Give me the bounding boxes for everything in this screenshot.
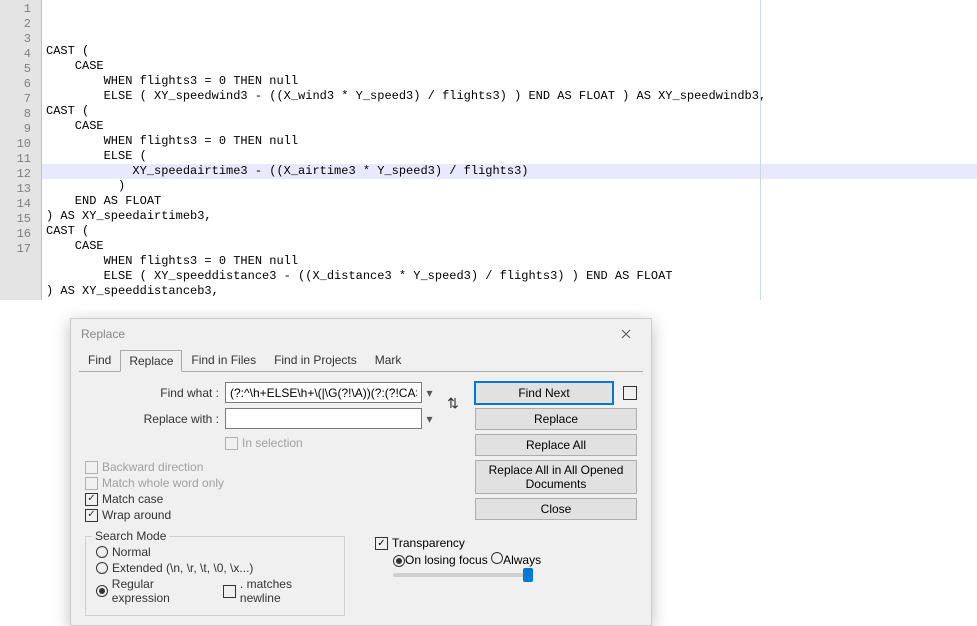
transparency-check[interactable]: ✓ Transparency — [375, 536, 637, 550]
code-line[interactable]: WHEN flights3 = 0 THEN null — [42, 254, 977, 269]
line-number: 10 — [0, 137, 41, 152]
dialog-titlebar[interactable]: Replace — [71, 319, 651, 349]
mode-normal-radio[interactable]: Normal — [96, 545, 334, 559]
close-button[interactable]: Close — [475, 498, 637, 520]
line-number: 16 — [0, 227, 41, 242]
replace-with-label: Replace with : — [85, 412, 225, 426]
dialog-tabs: FindReplaceFind in FilesFind in Projects… — [71, 349, 651, 371]
dropdown-icon[interactable]: ▾ — [422, 412, 437, 426]
transparency-always-radio[interactable]: Always — [491, 553, 541, 567]
code-line[interactable]: ) AS XY_speedairtimeb3, — [42, 209, 977, 224]
line-number: 11 — [0, 152, 41, 167]
mode-regex-radio[interactable]: Regular expression . matches newline — [96, 577, 334, 605]
code-line[interactable]: ELSE ( XY_speeddistance3 - ((X_distance3… — [42, 269, 977, 284]
line-number: 2 — [0, 17, 41, 32]
code-line[interactable]: CASE — [42, 239, 977, 254]
transparency-losing-radio[interactable]: On losing focus — [393, 553, 488, 567]
replace-all-button[interactable]: Replace All — [475, 434, 637, 456]
editor-area: 1234567891011121314151617 CAST ( CASE WH… — [0, 0, 977, 300]
line-number: 12 — [0, 167, 41, 182]
tab-find-in-projects[interactable]: Find in Projects — [265, 349, 366, 371]
replace-with-input[interactable] — [225, 408, 422, 429]
line-number: 6 — [0, 77, 41, 92]
match-case-check[interactable]: ✓Match case — [85, 492, 465, 506]
line-number: 4 — [0, 47, 41, 62]
code-line[interactable]: END AS FLOAT — [42, 194, 977, 209]
replace-button[interactable]: Replace — [475, 408, 637, 430]
tab-mark[interactable]: Mark — [366, 349, 411, 371]
find-next-extra-check[interactable] — [623, 386, 637, 400]
find-what-input[interactable] — [225, 382, 422, 403]
code-line[interactable]: XY_speedairtime3 - ((X_airtime3 * Y_spee… — [42, 164, 977, 179]
tab-find-in-files[interactable]: Find in Files — [182, 349, 265, 371]
code-line[interactable]: ) — [42, 179, 977, 194]
dropdown-icon[interactable]: ▾ — [422, 386, 437, 400]
line-number: 5 — [0, 62, 41, 77]
dot-matches-newline-check[interactable]: . matches newline — [223, 577, 334, 605]
code-line[interactable]: CAST ( — [42, 224, 977, 239]
replace-dialog: Replace FindReplaceFind in FilesFind in … — [70, 318, 652, 626]
line-number: 14 — [0, 197, 41, 212]
code-line[interactable]: WHEN flights3 = 0 THEN null — [42, 74, 977, 89]
code-line[interactable]: ELSE ( XY_speedwind3 - ((X_wind3 * Y_spe… — [42, 89, 977, 104]
line-number: 17 — [0, 242, 41, 257]
whole-word-check: Match whole word only — [85, 476, 465, 490]
in-selection-check: In selection — [225, 436, 465, 450]
replace-all-docs-button[interactable]: Replace All in All Opened Documents — [475, 460, 637, 494]
mode-extended-radio[interactable]: Extended (\n, \r, \t, \0, \x...) — [96, 561, 334, 575]
find-next-button[interactable]: Find Next — [475, 382, 613, 404]
line-number: 1 — [0, 2, 41, 17]
line-number: 13 — [0, 182, 41, 197]
code-line[interactable]: CAST ( — [42, 104, 977, 119]
line-number: 3 — [0, 32, 41, 47]
wrap-around-check[interactable]: ✓Wrap around — [85, 508, 465, 522]
code-line[interactable]: ) AS XY_speeddistanceb3, — [42, 284, 977, 299]
code-line[interactable]: ELSE ( — [42, 149, 977, 164]
code-editor[interactable]: CAST ( CASE WHEN flights3 = 0 THEN null … — [42, 0, 977, 300]
tab-find[interactable]: Find — [79, 349, 120, 371]
edge-ruler — [760, 0, 761, 300]
line-number: 8 — [0, 107, 41, 122]
code-line[interactable]: CAST ( — [42, 44, 977, 59]
line-number-gutter: 1234567891011121314151617 — [0, 0, 42, 300]
backward-direction-check: Backward direction — [85, 460, 465, 474]
code-line[interactable]: CASE — [42, 119, 977, 134]
code-line[interactable]: WHEN flights3 = 0 THEN null — [42, 134, 977, 149]
transparency-slider[interactable] — [393, 573, 533, 577]
search-mode-group-title: Search Mode — [92, 529, 169, 543]
line-number: 7 — [0, 92, 41, 107]
line-number: 15 — [0, 212, 41, 227]
tab-replace[interactable]: Replace — [120, 350, 182, 372]
swap-icon[interactable]: ⇅ — [441, 382, 465, 424]
close-icon[interactable] — [611, 324, 641, 344]
code-line[interactable]: CASE — [42, 59, 977, 74]
find-what-label: Find what : — [85, 386, 225, 400]
dialog-title: Replace — [81, 327, 125, 341]
line-number: 9 — [0, 122, 41, 137]
